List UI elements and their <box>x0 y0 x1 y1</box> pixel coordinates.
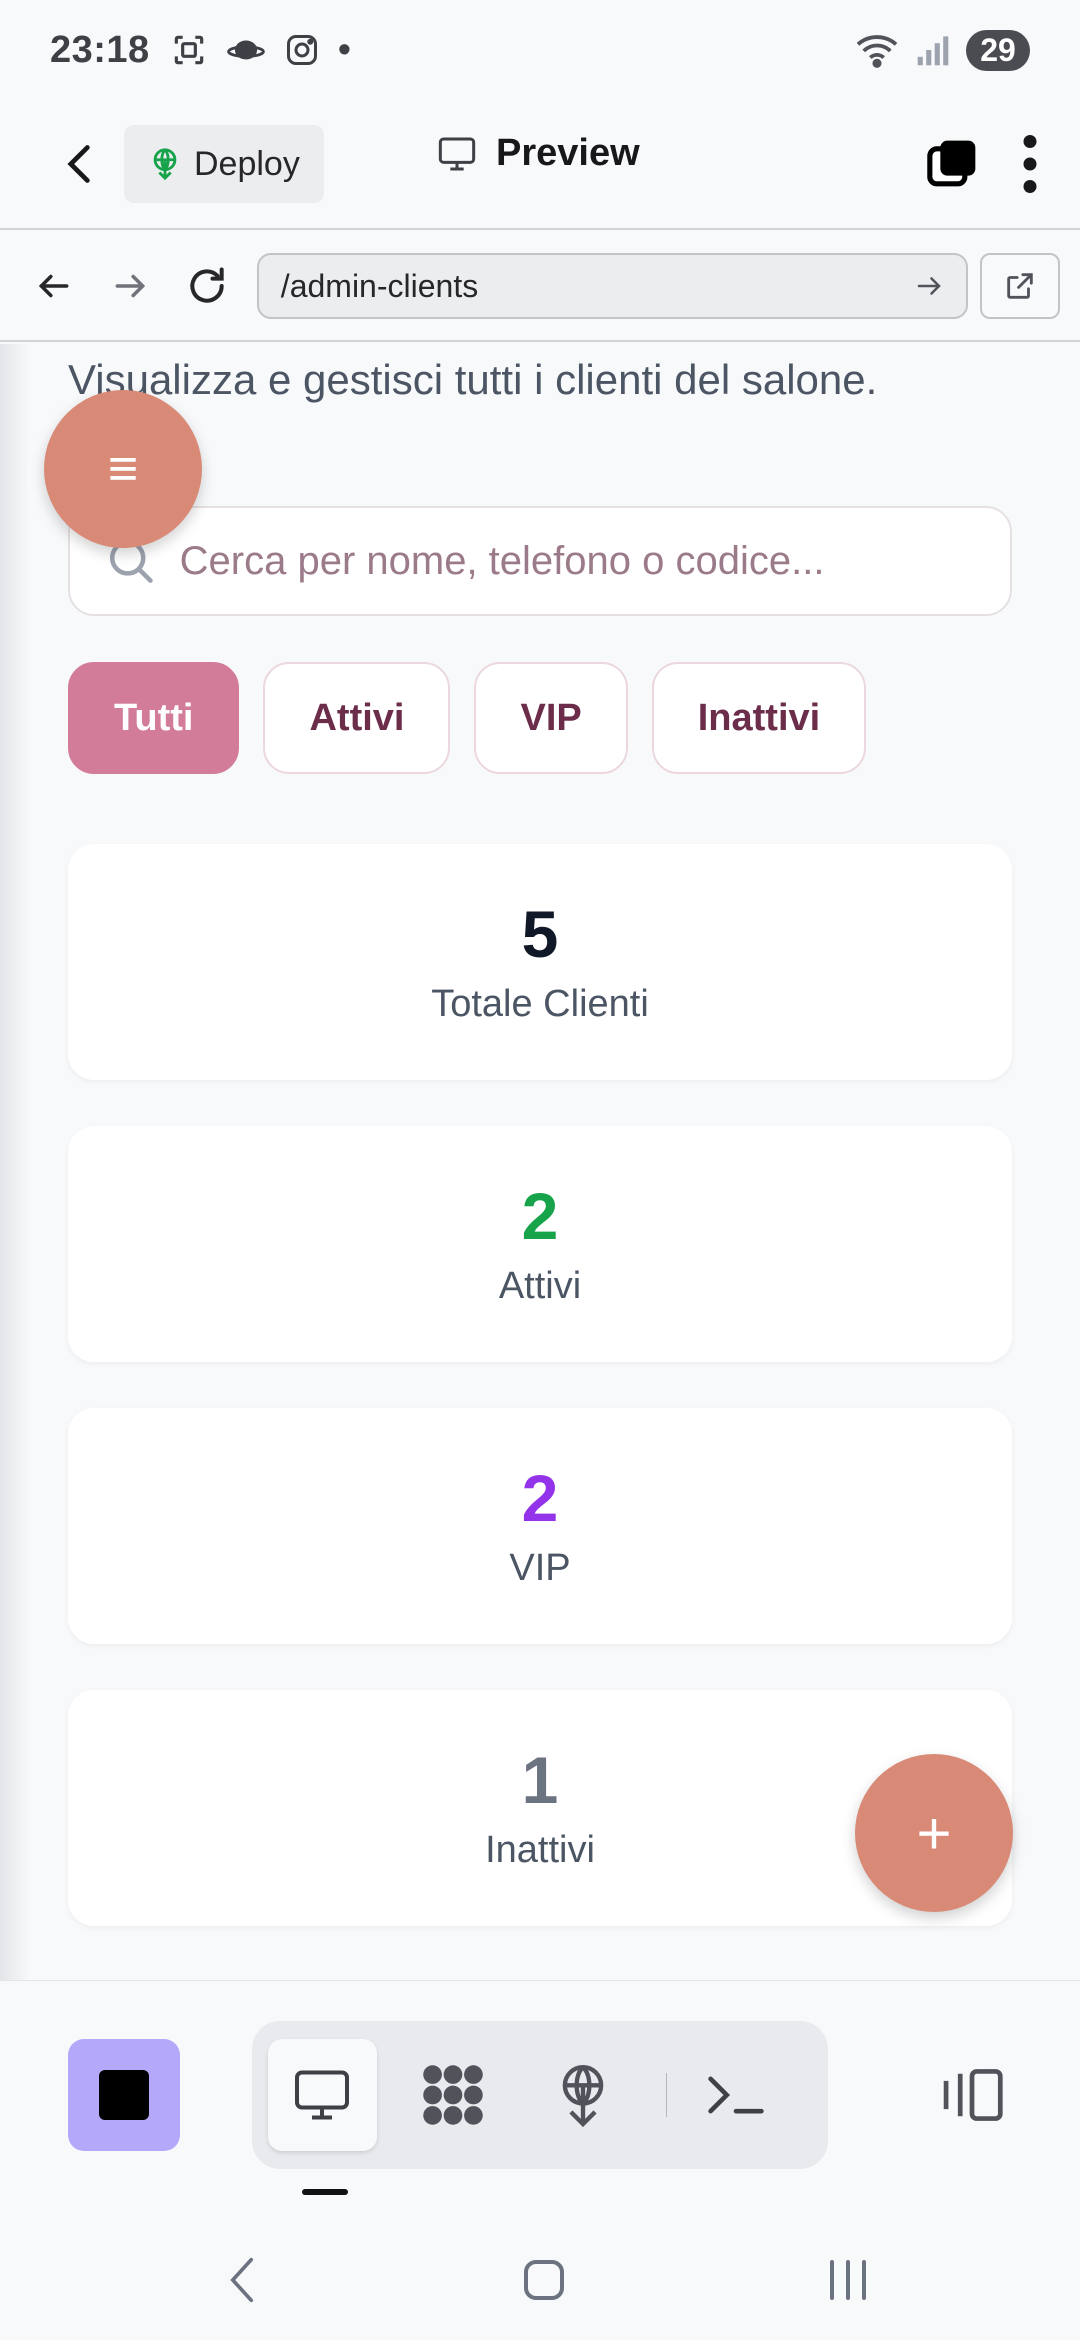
url-text: /admin-clients <box>280 267 479 304</box>
stat-label: Inattivi <box>485 1828 595 1871</box>
filter-attivi[interactable]: Attivi <box>263 662 451 774</box>
deploy-icon <box>153 148 177 181</box>
split-panel-icon <box>943 2069 1003 2121</box>
tool-switcher <box>252 2021 828 2169</box>
stat-card-active: 2 Attivi <box>68 1126 1012 1362</box>
go-arrow-icon[interactable] <box>914 271 944 301</box>
menu-fab[interactable]: ≡ <box>44 390 202 548</box>
system-recents-button[interactable] <box>808 2240 888 2320</box>
arrow-left-icon <box>38 274 69 298</box>
instagram-icon <box>286 35 317 65</box>
stat-label: Totale Clienti <box>431 982 649 1025</box>
stat-label: VIP <box>509 1546 571 1589</box>
home-square-icon <box>524 2260 564 2300</box>
filter-inattivi[interactable]: Inattivi <box>651 662 867 774</box>
filter-vip[interactable]: VIP <box>474 662 628 774</box>
battery-level: 29 <box>966 29 1030 71</box>
deploy-button[interactable]: Deploy <box>124 125 324 203</box>
app-header: Deploy Preview <box>0 100 1080 230</box>
more-notifications-dot: • <box>337 28 352 71</box>
screenshot-icon <box>174 35 203 65</box>
status-bar: 23:18 • 29 <box>0 0 1080 100</box>
stop-button[interactable] <box>68 2039 180 2151</box>
tool-workflow[interactable] <box>399 2039 508 2151</box>
tool-deploy[interactable] <box>529 2039 638 2151</box>
url-field[interactable]: /admin-clients <box>256 253 968 319</box>
stat-card-total: 5 Totale Clienti <box>68 844 1012 1080</box>
preview-label: Preview <box>496 132 640 174</box>
saturn-icon <box>226 40 265 60</box>
refresh-icon <box>189 267 224 303</box>
stat-label: Attivi <box>498 1264 582 1307</box>
stop-icon <box>99 2070 149 2120</box>
monitor-icon <box>438 137 476 170</box>
tabs-icon[interactable] <box>924 136 980 192</box>
monitor-icon <box>295 2070 350 2120</box>
system-navigation <box>0 2200 1080 2340</box>
arrow-right-icon <box>115 274 146 298</box>
notification-icons: • <box>170 29 351 72</box>
reload-button[interactable] <box>173 251 241 321</box>
more-vertical-icon[interactable] <box>1020 134 1040 194</box>
browser-back-button[interactable] <box>20 251 88 321</box>
url-bar: /admin-clients <box>0 232 1080 342</box>
back-button[interactable] <box>40 124 120 204</box>
open-external-button[interactable] <box>979 253 1060 319</box>
chevron-left-icon <box>230 2257 254 2303</box>
system-home-button[interactable] <box>504 2240 584 2320</box>
panel-toggle-button[interactable] <box>916 2039 1028 2151</box>
stat-value: 2 <box>521 1179 559 1254</box>
tool-console[interactable] <box>681 2039 790 2151</box>
add-client-fab[interactable]: + <box>855 1754 1013 1912</box>
bottom-toolbar <box>0 1980 1080 2200</box>
page-subtitle: Visualizza e gestisci tutti i clienti de… <box>68 356 878 403</box>
filter-tutti[interactable]: Tutti <box>68 662 240 774</box>
scroll-edge-shadow <box>0 344 30 1980</box>
recents-icon <box>830 2260 866 2300</box>
stat-card-vip: 2 VIP <box>68 1408 1012 1644</box>
screen: 23:18 • 29 Deploy Preview /admin-clients… <box>0 0 1080 2340</box>
search-bar[interactable] <box>68 506 1012 616</box>
page-content: Visualizza e gestisci tutti i clienti de… <box>0 344 1080 1980</box>
tool-divider <box>665 2073 668 2117</box>
header-actions <box>924 134 1040 194</box>
stat-value: 5 <box>521 897 559 972</box>
search-input[interactable] <box>179 538 974 584</box>
stat-value: 2 <box>521 1461 559 1536</box>
signal-icon <box>917 36 949 66</box>
deploy-label: Deploy <box>194 144 300 183</box>
tool-preview[interactable] <box>268 2039 377 2151</box>
clock: 23:18 <box>50 28 150 71</box>
wifi-icon <box>856 35 898 68</box>
chevron-left-icon <box>67 145 90 183</box>
workflow-icon <box>423 2065 483 2125</box>
active-tool-indicator <box>302 2189 348 2195</box>
system-back-button[interactable] <box>202 2240 282 2320</box>
stat-value: 1 <box>521 1743 559 1818</box>
deploy-icon <box>562 2065 604 2128</box>
system-indicators: 29 <box>854 29 1030 71</box>
preview-tab[interactable]: Preview <box>436 132 640 175</box>
browser-forward-button[interactable] <box>96 251 164 321</box>
filter-chips: Tutti Attivi VIP Inattivi <box>68 662 867 774</box>
external-link-icon <box>1007 273 1033 299</box>
terminal-icon <box>708 2076 764 2114</box>
